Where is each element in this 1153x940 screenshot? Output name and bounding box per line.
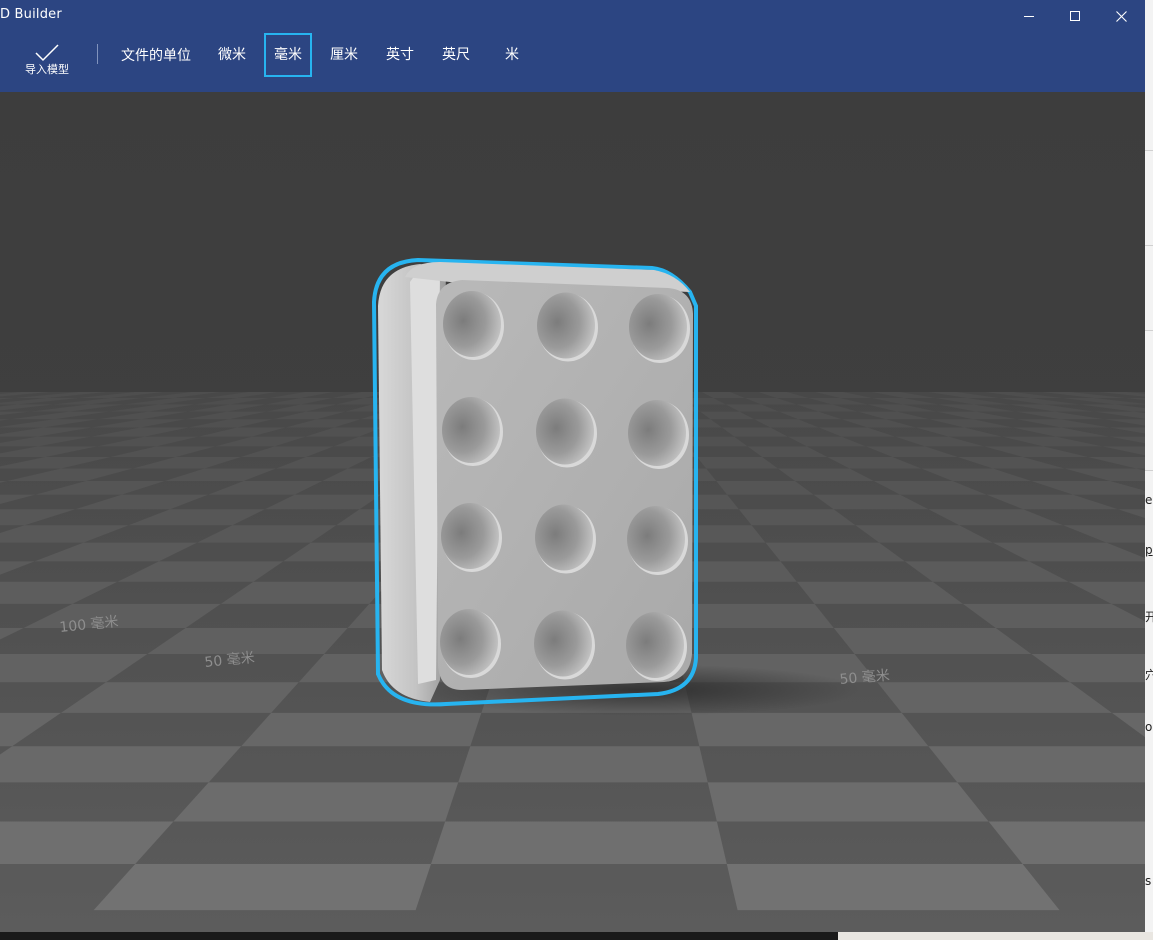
hole (535, 504, 593, 571)
floor-tile (241, 712, 482, 747)
app-window: D Builder 导入模型 文件的单位 微米 毫米 厘米 英寸 英尺 米 10… (0, 0, 1145, 932)
title-bar[interactable]: D Builder (0, 0, 1145, 32)
hole (537, 292, 595, 359)
checkmark-icon (35, 44, 59, 62)
ribbon-toolbar: 导入模型 文件的单位 微米 毫米 厘米 英寸 英尺 米 (0, 32, 1145, 92)
unit-option-millimeter[interactable]: 毫米 (264, 33, 312, 77)
model-block[interactable] (371, 257, 698, 707)
minimize-icon (1024, 16, 1034, 17)
hole (442, 397, 500, 463)
unit-option-foot[interactable]: 英尺 (432, 33, 480, 77)
background-text: s (1145, 874, 1152, 888)
close-icon (1115, 10, 1127, 22)
hole (536, 398, 594, 465)
import-model-label: 导入模型 (25, 63, 69, 76)
hole (443, 291, 501, 357)
unit-option-centimeter[interactable]: 厘米 (320, 33, 368, 77)
background-text: 开 (1145, 610, 1153, 624)
file-units-label: 文件的单位 (121, 48, 191, 64)
hole (626, 612, 684, 678)
3d-viewport[interactable]: 100 毫米 50 毫米 50 毫米 (0, 92, 1145, 932)
floor-tile (458, 746, 708, 783)
maximize-button[interactable] (1052, 0, 1098, 32)
unit-option-micrometer[interactable]: 微米 (208, 33, 256, 77)
minimize-button[interactable] (1006, 0, 1052, 32)
hole (440, 609, 498, 675)
floor-tile (726, 864, 1060, 911)
hole (627, 506, 685, 572)
scene-canvas[interactable]: 100 毫米 50 毫米 50 毫米 (0, 92, 1145, 932)
floor-tile (691, 712, 929, 747)
taskbar-edge (0, 932, 1153, 940)
unit-option-meter[interactable]: 米 (488, 33, 536, 77)
hole (441, 503, 499, 569)
window-title: D Builder (0, 7, 62, 22)
import-model-button[interactable]: 导入模型 (14, 42, 80, 90)
floor-tile (707, 782, 989, 822)
background-text: 穴 (1145, 668, 1153, 682)
ribbon-divider (97, 44, 98, 64)
maximize-icon (1070, 11, 1080, 21)
background-window-edge: e p 开 穴 o s (1145, 0, 1153, 940)
hole (628, 400, 686, 466)
floor-tile (93, 864, 431, 911)
floor-tile (0, 746, 242, 783)
floor-tile (430, 821, 727, 865)
unit-option-inch[interactable]: 英寸 (376, 33, 424, 77)
close-button[interactable] (1098, 0, 1144, 32)
background-text: e (1145, 493, 1153, 507)
floor-tile (928, 746, 1145, 783)
floor-tile (173, 782, 459, 822)
background-link: p (1145, 543, 1153, 557)
hole (534, 610, 592, 677)
background-text: o (1145, 720, 1153, 734)
hole (629, 294, 687, 360)
